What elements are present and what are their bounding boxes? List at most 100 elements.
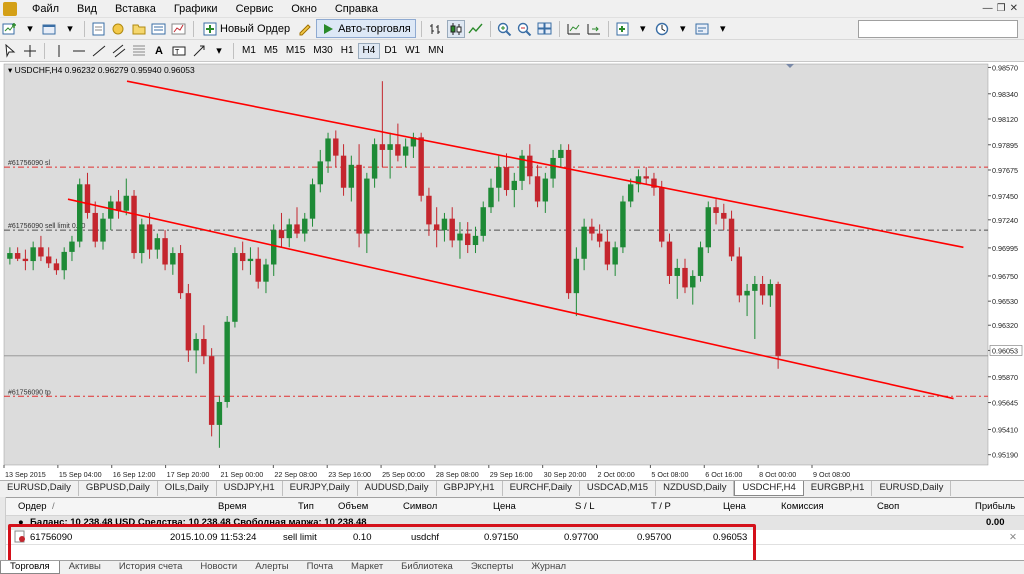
col-profit[interactable]: Прибыль [975,501,1015,512]
chart-tab[interactable]: USDJPY,H1 [217,481,283,496]
col-swap[interactable]: Своп [877,501,899,512]
fibonacci-icon[interactable] [130,42,148,60]
cursor-icon[interactable] [1,42,19,60]
menu-insert[interactable]: Вставка [106,3,165,15]
balance-profit: 0.00 [986,517,1005,528]
timeframe-m15[interactable]: M15 [282,43,309,59]
zoom-in-icon[interactable] [496,20,514,38]
col-volume[interactable]: Объем [338,501,368,512]
chart-tab[interactable]: EURGBP,H1 [804,481,873,496]
candlestick-icon[interactable] [446,19,465,38]
order-row[interactable]: 61756090 2015.10.09 11:53:24 sell limit … [0,530,1024,545]
col-order[interactable]: Ордер [18,501,47,512]
timeframe-m1[interactable]: M1 [238,43,260,59]
col-current-price[interactable]: Цена [723,501,746,512]
trendline-icon[interactable] [90,42,108,60]
timeframe-mn[interactable]: MN [424,43,448,59]
dropdown-arrow-icon[interactable]: ▾ [634,20,652,38]
text-tool-icon[interactable]: A [150,42,168,60]
search-input[interactable] [858,20,1018,38]
terminal-tab[interactable]: Торговля [0,561,60,574]
menu-help[interactable]: Справка [326,3,387,15]
col-time[interactable]: Время [218,501,247,512]
dropdown-arrow-icon[interactable]: ▾ [210,42,228,60]
close-order-icon[interactable]: ✕ [1009,532,1017,543]
terminal-tab[interactable]: История счета [110,561,192,574]
terminal-tab[interactable]: Алерты [246,561,297,574]
close-icon[interactable]: ✕ [1010,3,1018,14]
chart-tab[interactable]: AUDUSD,Daily [358,481,437,496]
equidistant-channel-icon[interactable] [110,42,128,60]
line-chart-icon[interactable] [467,20,485,38]
col-tp[interactable]: T / P [651,501,671,512]
candle-body [379,144,386,150]
market-watch-icon[interactable] [90,20,108,38]
meta-editor-icon[interactable] [296,20,314,38]
profiles-icon[interactable] [41,20,59,38]
col-type[interactable]: Тип [298,501,314,512]
new-order-button[interactable]: Новый Ордер [199,20,294,38]
horizontal-line-icon[interactable] [70,42,88,60]
chart-tab[interactable]: USDCAD,M15 [580,481,657,496]
data-window-icon[interactable] [110,20,128,38]
col-price[interactable]: Цена [493,501,516,512]
timeframe-h4[interactable]: H4 [357,42,381,59]
dropdown-arrow-icon[interactable]: ▾ [61,20,79,38]
crosshair-icon[interactable] [21,42,39,60]
zoom-out-icon[interactable] [516,20,534,38]
terminal-tab[interactable]: Эксперты [462,561,523,574]
vertical-line-icon[interactable] [50,42,68,60]
arrows-icon[interactable] [190,42,208,60]
chart-tab[interactable]: GBPUSD,Daily [79,481,158,496]
chart-tab[interactable]: EURJPY,Daily [283,481,358,496]
menu-file[interactable]: Файл [23,3,68,15]
templates-icon[interactable] [694,20,712,38]
timeframe-h1[interactable]: H1 [337,43,358,59]
chart-shift-icon[interactable] [565,20,583,38]
terminal-icon[interactable] [150,20,168,38]
bar-chart-icon[interactable] [427,20,445,38]
timeframe-d1[interactable]: D1 [380,43,401,59]
minimize-icon[interactable]: — [983,3,993,14]
chart-tab[interactable]: GBPJPY,H1 [437,481,503,496]
col-sl[interactable]: S / L [575,501,595,512]
periods-icon[interactable] [654,20,672,38]
chart-tab[interactable]: NZDUSD,Daily [656,481,735,496]
menu-view[interactable]: Вид [68,3,106,15]
dropdown-arrow-icon[interactable]: ▾ [674,20,692,38]
terminal-tab[interactable]: Библиотека [392,561,462,574]
restore-icon[interactable]: ❐ [997,3,1006,14]
timeframe-m5[interactable]: M5 [260,43,282,59]
timeframe-m30[interactable]: M30 [309,43,336,59]
menu-charts[interactable]: Графики [165,3,227,15]
chart-tab[interactable]: EURUSD,Daily [0,481,79,496]
col-commission[interactable]: Комиссия [781,501,824,512]
terminal-tab[interactable]: Активы [60,561,110,574]
price-chart[interactable]: ▾ USDCHF,H4 0.96232 0.96279 0.95940 0.96… [0,62,1024,480]
chart-window[interactable]: ▾ USDCHF,H4 0.96232 0.96279 0.95940 0.96… [0,62,1024,480]
navigator-icon[interactable] [130,20,148,38]
text-label-icon[interactable]: T [170,42,188,60]
col-symbol[interactable]: Символ [403,501,437,512]
tile-windows-icon[interactable] [536,20,554,38]
terminal-tab[interactable]: Журнал [522,561,575,574]
chart-tab[interactable]: EURUSD,Daily [872,481,952,496]
chart-tab[interactable]: EURCHF,Daily [503,481,580,496]
timeframe-w1[interactable]: W1 [401,43,424,59]
new-chart-icon[interactable] [1,20,19,38]
chart-tab[interactable]: USDCHF,H4 [734,481,804,496]
auto-trading-button[interactable]: Авто-торговля [316,19,416,38]
indicators-icon[interactable] [614,20,632,38]
autoscroll-icon[interactable] [585,20,603,38]
menu-tools[interactable]: Сервис [227,3,283,15]
terminal-tab[interactable]: Почта [298,561,342,574]
candle-body [418,137,424,196]
dropdown-arrow-icon[interactable]: ▾ [714,20,732,38]
candle-body [759,283,766,296]
dropdown-arrow-icon[interactable]: ▾ [21,20,39,38]
chart-tab[interactable]: OILs,Daily [158,481,217,496]
tester-icon[interactable] [170,20,188,38]
terminal-tab[interactable]: Новости [191,561,246,574]
terminal-tab[interactable]: Маркет [342,561,392,574]
menu-window[interactable]: Окно [282,3,326,15]
